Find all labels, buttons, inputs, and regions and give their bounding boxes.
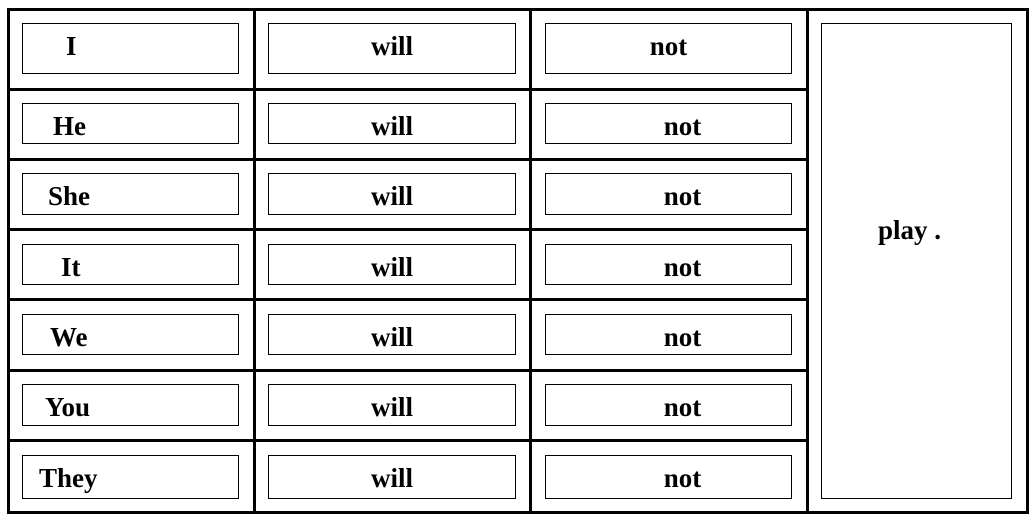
table-border-top (7, 8, 1029, 11)
auxiliary-word: will (370, 252, 413, 282)
row-divider (7, 228, 809, 231)
subject-word: She (48, 181, 91, 211)
auxiliary-word: will (370, 322, 413, 352)
row-divider (7, 158, 809, 161)
auxiliary-word: will (370, 31, 413, 61)
subject-box (22, 23, 239, 74)
subject-word: It (61, 252, 81, 282)
subject-word: I (66, 31, 77, 61)
subject-word: They (39, 463, 98, 493)
row-divider (7, 298, 809, 301)
subject-word: He (53, 111, 86, 141)
verb-word: play . (878, 215, 942, 245)
negation-word: not (663, 392, 702, 422)
verb-box (821, 23, 1012, 499)
subject-word: You (45, 392, 91, 422)
auxiliary-word: will (370, 181, 413, 211)
auxiliary-word: will (370, 463, 413, 493)
negation-word: not (663, 252, 702, 282)
row-divider (7, 369, 809, 372)
negation-word: not (663, 111, 702, 141)
negation-word: not (663, 181, 702, 211)
row-divider (7, 439, 809, 442)
subject-box (22, 244, 239, 285)
auxiliary-word: will (370, 392, 413, 422)
negation-word: not (663, 322, 702, 352)
row-divider (7, 88, 809, 91)
table-border-right (1026, 8, 1029, 514)
subject-word: We (50, 322, 88, 352)
negation-word: not (649, 31, 688, 61)
table-border-bottom (7, 511, 1029, 514)
negation-word: not (663, 463, 702, 493)
auxiliary-word: will (370, 111, 413, 141)
